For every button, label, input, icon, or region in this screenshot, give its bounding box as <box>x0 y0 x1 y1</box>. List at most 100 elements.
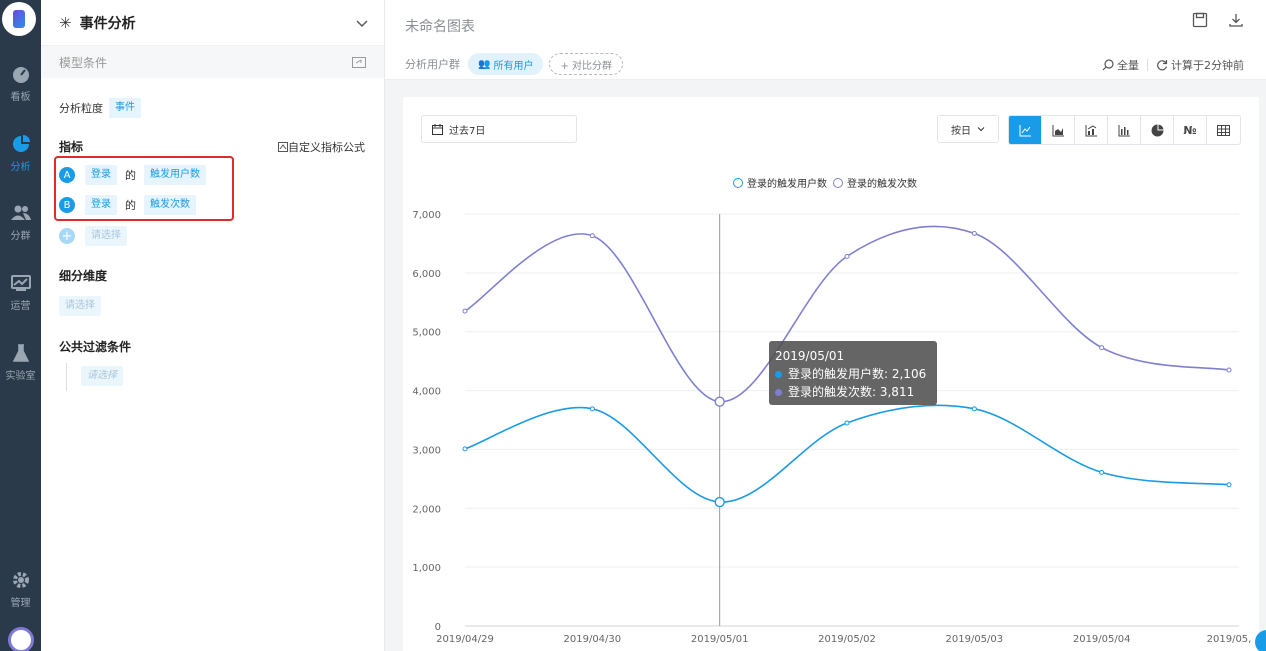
segment-all-users[interactable]: 👥 所有用户 <box>468 53 544 75</box>
refresh-icon[interactable] <box>1156 59 1168 71</box>
dimension-title: 细分维度 <box>59 269 108 283</box>
granularity-label: 分析粒度 <box>59 102 103 115</box>
users-icon <box>10 203 31 223</box>
computed-time: 计算于2分钟前 <box>1171 59 1244 72</box>
formula-icon <box>278 141 288 152</box>
y-tick-label: 6,000 <box>412 269 441 280</box>
data-point <box>1099 345 1105 351</box>
nav-label: 管理 <box>10 598 31 609</box>
top-icons <box>1192 12 1244 28</box>
dimension-row: 请选择 <box>59 296 101 316</box>
filter-divider <box>66 363 67 391</box>
download-icon[interactable] <box>1228 12 1244 28</box>
x-tick-label: 2019/05/02 <box>818 634 876 645</box>
nav-item-lab[interactable]: 实验室 <box>0 343 41 393</box>
user-group-icon: 👥 <box>478 58 491 70</box>
series-line-a <box>464 404 1230 503</box>
panel-header: ✳ 事件分析 <box>41 0 384 46</box>
x-tick-label: 2019/05/01 <box>691 634 749 645</box>
add-metric-select[interactable]: 请选择 <box>85 226 127 246</box>
app-logo[interactable] <box>2 2 36 36</box>
metrics-title: 指标 <box>59 140 84 154</box>
model-conditions-bar: 模型条件 <box>41 46 384 78</box>
data-point <box>971 406 977 412</box>
granularity-row: 分析粒度 事件 <box>59 98 141 118</box>
nav-item-admin[interactable]: 管理 <box>0 570 41 620</box>
collapse-panel-icon[interactable] <box>352 56 366 68</box>
add-metric-icon[interactable]: + <box>59 228 75 244</box>
data-point <box>1099 469 1105 475</box>
chevron-down-icon[interactable] <box>356 17 368 29</box>
nav-item-segments[interactable]: 分群 <box>0 203 41 253</box>
data-point <box>714 496 725 508</box>
x-tick-label: 2019/05/03 <box>946 634 1004 645</box>
x-tick-label: 2019/04/29 <box>436 634 494 645</box>
filter-title: 公共过滤条件 <box>59 340 132 354</box>
tooltip-row-a: 登录的触发用户数: 2,106 <box>775 365 931 383</box>
full-data-label[interactable]: 全量 <box>1117 57 1139 73</box>
chart-title[interactable]: 未命名图表 <box>405 16 475 36</box>
flask-icon <box>11 343 31 363</box>
add-metric-row: + 请选择 <box>59 226 127 246</box>
y-tick-label: 1,000 <box>412 563 441 574</box>
filter-row: 请选择 <box>81 366 123 386</box>
y-tick-label: 3,000 <box>412 445 441 456</box>
nav-label: 实验室 <box>5 371 36 382</box>
y-tick-label: 5,000 <box>412 328 441 339</box>
custom-formula-link[interactable]: 自定义指标公式 <box>278 139 365 155</box>
y-tick-label: 2,000 <box>412 504 441 515</box>
logo-icon <box>13 10 25 28</box>
segment-active-label: 所有用户 <box>493 60 534 72</box>
nav-label: 运营 <box>10 301 31 312</box>
y-tick-label: 4,000 <box>412 387 441 398</box>
x-tick-label: 2019/05/04 <box>1073 634 1131 645</box>
data-point <box>714 396 725 407</box>
chart-tooltip: 2019/05/01 登录的触发用户数: 2,106 登录的触发次数: 3,81… <box>769 341 937 405</box>
search-icon <box>1102 59 1114 71</box>
filter-select[interactable]: 请选择 <box>81 366 123 386</box>
metrics-highlight-box <box>54 156 234 221</box>
tooltip-date: 2019/05/01 <box>775 349 845 363</box>
gear-icon <box>11 570 31 590</box>
operation-icon <box>10 273 31 293</box>
nav-rail: 看板 分析 分群 运营 实验室 管理 <box>0 0 41 651</box>
dimension-select[interactable]: 请选择 <box>59 296 101 316</box>
data-point <box>462 308 468 314</box>
config-panel: ✳ 事件分析 模型条件 分析粒度 事件 指标 自定义指标公式 A 登录 的 触发… <box>41 0 385 651</box>
tooltip-dot-b <box>775 388 782 396</box>
tooltip-row-b: 登录的触发次数: 3,811 <box>775 383 931 401</box>
main-area: 未命名图表 分析用户群 👥 所有用户 + 对比分群 全量 计算于2分钟前 过去7… <box>385 0 1266 651</box>
x-tick-label: 2019/04/30 <box>564 634 622 645</box>
segment-row: 分析用户群 👥 所有用户 + 对比分群 <box>405 53 624 75</box>
data-point <box>589 406 595 412</box>
nav-item-dashboard[interactable]: 看板 <box>0 64 41 114</box>
nav-label: 分析 <box>10 162 31 173</box>
data-point <box>844 420 850 426</box>
granularity-tag[interactable]: 事件 <box>109 98 141 118</box>
compare-segment-button[interactable]: + 对比分群 <box>549 53 624 75</box>
tooltip-dot-a <box>775 370 782 378</box>
data-point <box>971 230 977 236</box>
sampling-status: 全量 计算于2分钟前 <box>1102 57 1244 73</box>
custom-formula-label: 自定义指标公式 <box>288 140 365 154</box>
filter-header: 公共过滤条件 <box>59 338 131 355</box>
model-label: 模型条件 <box>59 55 108 70</box>
dashboard-icon <box>11 64 31 84</box>
data-point <box>844 253 850 259</box>
nav-item-analysis[interactable]: 分析 <box>0 134 41 184</box>
y-tick-label: 0 <box>435 622 441 633</box>
avatar[interactable] <box>8 627 34 651</box>
chart-card: 过去7日 按日 № 登录的触发用户数 登录的触发次数 0 1,000 2,000 3,… <box>403 97 1259 651</box>
tooltip-value-a: 登录的触发用户数: 2,106 <box>788 367 927 381</box>
y-tick-label: 7,000 <box>412 210 441 221</box>
nav-label: 看板 <box>10 92 31 103</box>
dimension-header: 细分维度 <box>59 267 107 284</box>
save-icon[interactable] <box>1192 12 1208 28</box>
data-point <box>1226 482 1232 488</box>
x-tick-label: 2019/05, <box>1207 634 1252 645</box>
analysis-pie-icon <box>11 134 31 154</box>
nav-item-operations[interactable]: 运营 <box>0 273 41 323</box>
data-point <box>589 233 595 239</box>
event-analysis-icon: ✳ <box>59 13 72 32</box>
status-separator <box>1147 59 1148 71</box>
